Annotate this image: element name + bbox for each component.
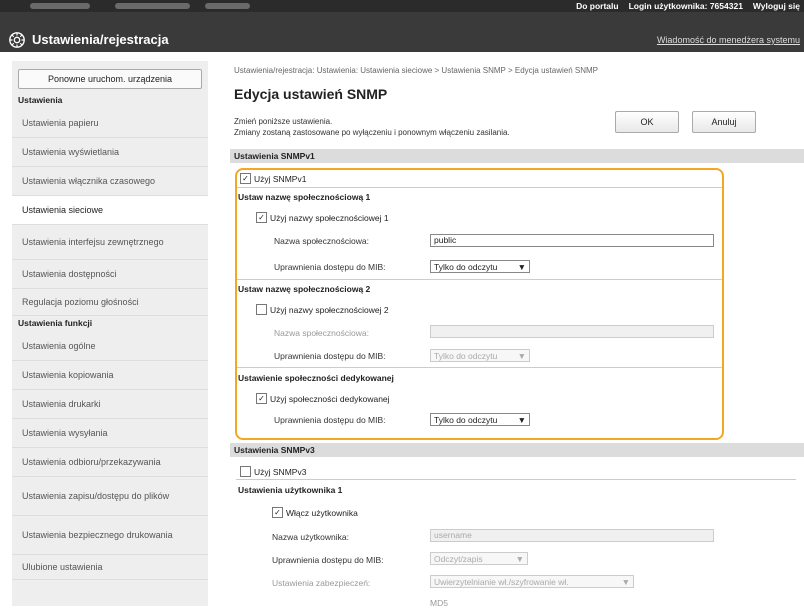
- sidebar-item-send[interactable]: Ustawienia wysyłania: [12, 419, 208, 448]
- user1-username-input[interactable]: username: [430, 529, 714, 542]
- sidebar: Ponowne uruchom. urządzenia Ustawienia U…: [12, 61, 208, 606]
- use-community1-checkbox[interactable]: ✓: [256, 212, 267, 223]
- sidebar-item-network[interactable]: Ustawienia sieciowe: [12, 196, 208, 225]
- snmpv3-section-header: Ustawienia SNMPv3: [230, 443, 804, 457]
- breadcrumb: Ustawienia/rejestracja: Ustawienia: Usta…: [234, 66, 599, 75]
- community1-mib-select[interactable]: Tylko do odczytu ▼: [430, 260, 530, 273]
- use-snmpv3-label: Użyj SNMPv3: [254, 466, 307, 477]
- dedicated-mib-select[interactable]: Tylko do odczytu ▼: [430, 413, 530, 426]
- use-snmpv3-row[interactable]: Użyj SNMPv3: [240, 466, 306, 477]
- community2-heading: Ustaw nazwę społecznościową 2: [238, 284, 371, 294]
- sidebar-item-store-access[interactable]: Ustawienia zapisu/dostępu do plików: [12, 477, 208, 516]
- login-label: Login użytkownika:: [628, 1, 708, 11]
- user1-mib-value: Odczyt/zapis: [434, 553, 483, 564]
- sidebar-item-receive-forward[interactable]: Ustawienia odbioru/przekazywania: [12, 448, 208, 477]
- logout-link[interactable]: Wyloguj się: [753, 1, 800, 11]
- enable-user1-label: Włącz użytkownika: [286, 507, 358, 518]
- community1-name-label: Nazwa społecznościowa:: [274, 236, 369, 246]
- sidebar-item-secure-print[interactable]: Ustawienia bezpiecznego drukowania: [12, 516, 208, 555]
- user1-security-label: Ustawienia zabezpieczeń:: [272, 578, 371, 588]
- header-title: Ustawienia/rejestracja: [32, 32, 169, 47]
- use-community2-label: Użyj nazwy społecznościowej 2: [270, 304, 389, 315]
- cancel-button[interactable]: Anuluj: [692, 111, 756, 133]
- use-snmpv3-checkbox[interactable]: [240, 466, 251, 477]
- page-title: Edycja ustawień SNMP: [234, 86, 388, 102]
- sidebar-item-display[interactable]: Ustawienia wyświetlania: [12, 138, 208, 167]
- use-snmpv1-checkbox[interactable]: ✓: [240, 173, 251, 184]
- settings-gear-icon: [9, 32, 25, 48]
- note-line-1: Zmień poniższe ustawienia.: [234, 117, 333, 126]
- sidebar-item-volume[interactable]: Regulacja poziomu głośności: [12, 289, 208, 316]
- login-info: Login użytkownika: 7654321: [629, 1, 743, 11]
- dedicated-community-heading: Ustawienie społeczności dedykowanej: [238, 373, 394, 383]
- use-snmpv1-label: Użyj SNMPv1: [254, 173, 307, 184]
- divider: [236, 279, 722, 280]
- enable-user1-row[interactable]: ✓ Włącz użytkownika: [272, 507, 358, 518]
- sidebar-item-paper[interactable]: Ustawienia papieru: [12, 109, 208, 138]
- dedicated-mib-value: Tylko do odczytu: [434, 414, 498, 425]
- chevron-down-icon: ▼: [621, 576, 630, 587]
- sidebar-item-favorites[interactable]: Ulubione ustawienia: [12, 555, 208, 580]
- snmpv1-section-header: Ustawienia SNMPv1: [230, 149, 804, 163]
- user1-username-label: Nazwa użytkownika:: [272, 532, 350, 542]
- community2-name-label: Nazwa społecznościowa:: [274, 328, 369, 338]
- chevron-down-icon: ▼: [517, 350, 526, 361]
- divider: [236, 367, 722, 368]
- community1-mib-label: Uprawnienia dostępu do MIB:: [274, 262, 386, 272]
- use-snmpv1-row[interactable]: ✓ Użyj SNMPv1: [240, 173, 306, 184]
- use-dedicated-community-checkbox[interactable]: ✓: [256, 393, 267, 404]
- use-community1-label: Użyj nazwy społecznościowej 1: [270, 212, 389, 223]
- community2-mib-label: Uprawnienia dostępu do MIB:: [274, 351, 386, 361]
- use-dedicated-community-row[interactable]: ✓ Użyj społeczności dedykowanej: [256, 393, 390, 404]
- divider: [236, 479, 796, 480]
- sidebar-item-timer[interactable]: Ustawienia włącznika czasowego: [12, 167, 208, 196]
- community2-mib-select[interactable]: Tylko do odczytu ▼: [430, 349, 530, 362]
- sidebar-item-accessibility[interactable]: Ustawienia dostępności: [12, 260, 208, 289]
- user1-algorithm-value: MD5: [430, 598, 448, 608]
- enable-user1-checkbox[interactable]: ✓: [272, 507, 283, 518]
- blurred-text: [115, 3, 190, 9]
- user1-mib-label: Uprawnienia dostępu do MIB:: [272, 555, 384, 565]
- blurred-text: [30, 3, 90, 9]
- message-to-admin-link[interactable]: Wiadomość do menedżera systemu: [657, 35, 800, 45]
- chevron-down-icon: ▼: [517, 414, 526, 425]
- portal-link[interactable]: Do portalu: [576, 1, 619, 11]
- use-community2-checkbox[interactable]: [256, 304, 267, 315]
- sidebar-section-functions: Ustawienia funkcji: [18, 318, 93, 328]
- use-dedicated-community-label: Użyj społeczności dedykowanej: [270, 393, 390, 404]
- dedicated-mib-label: Uprawnienia dostępu do MIB:: [274, 415, 386, 425]
- community2-name-input[interactable]: [430, 325, 714, 338]
- sidebar-item-general[interactable]: Ustawienia ogólne: [12, 332, 208, 361]
- community1-heading: Ustaw nazwę społecznościową 1: [238, 192, 371, 202]
- community1-mib-value: Tylko do odczytu: [434, 261, 498, 272]
- top-bar: Do portalu Login użytkownika: 7654321 Wy…: [0, 0, 804, 12]
- ok-button[interactable]: OK: [615, 111, 679, 133]
- community1-name-input[interactable]: public: [430, 234, 714, 247]
- sidebar-section-settings: Ustawienia: [18, 95, 63, 105]
- sidebar-item-copy[interactable]: Ustawienia kopiowania: [12, 361, 208, 390]
- use-community2-row[interactable]: Użyj nazwy społecznościowej 2: [256, 304, 389, 315]
- blurred-text: [205, 3, 250, 9]
- note-line-2: Zmiany zostaną zastosowane po wyłączeniu…: [234, 128, 510, 137]
- chevron-down-icon: ▼: [517, 261, 526, 272]
- user1-heading: Ustawienia użytkownika 1: [238, 485, 343, 495]
- sidebar-item-external-interface[interactable]: Ustawienia interfejsu zewnętrznego: [12, 225, 208, 260]
- chevron-down-icon: ▼: [515, 553, 524, 564]
- divider: [236, 187, 722, 188]
- header-bar: Ustawienia/rejestracja Wiadomość do mene…: [0, 28, 804, 52]
- restart-device-button[interactable]: Ponowne uruchom. urządzenia: [18, 69, 202, 89]
- community2-mib-value: Tylko do odczytu: [434, 350, 498, 361]
- user1-security-value: Uwierzytelnianie wł./szyfrowanie wł.: [434, 576, 569, 587]
- user1-security-select[interactable]: Uwierzytelnianie wł./szyfrowanie wł. ▼: [430, 575, 634, 588]
- instruction-note: Zmień poniższe ustawienia. Zmiany zostan…: [234, 116, 510, 138]
- sidebar-item-printer[interactable]: Ustawienia drukarki: [12, 390, 208, 419]
- header-strip: [0, 12, 804, 28]
- user1-mib-select[interactable]: Odczyt/zapis ▼: [430, 552, 528, 565]
- login-value: 7654321: [709, 1, 743, 11]
- use-community1-row[interactable]: ✓ Użyj nazwy społecznościowej 1: [256, 212, 389, 223]
